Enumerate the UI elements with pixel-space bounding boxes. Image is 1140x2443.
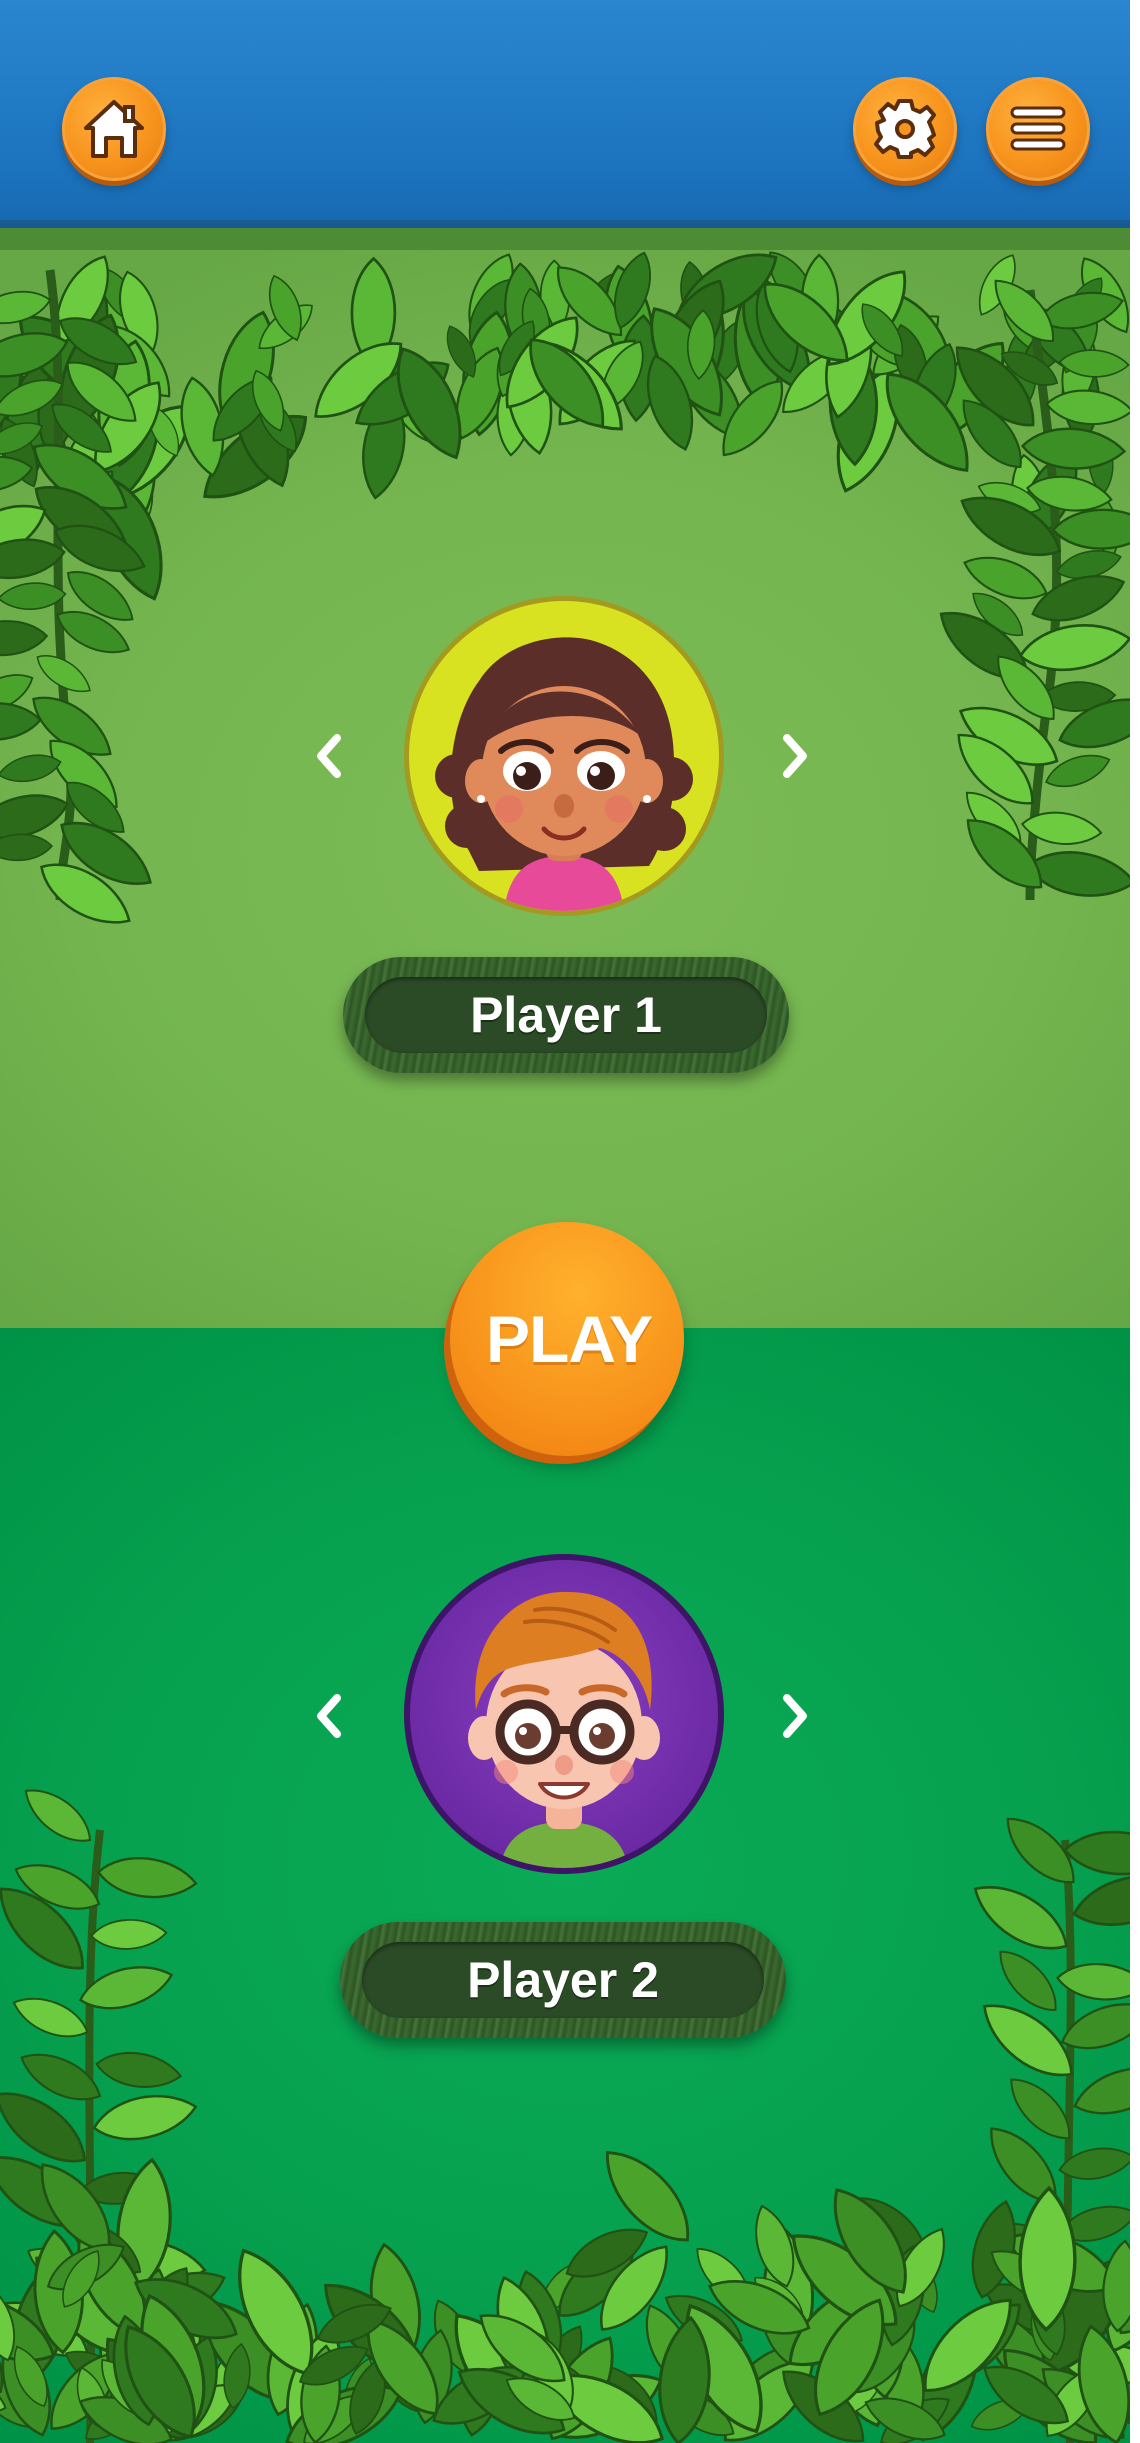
player1-avatar[interactable] bbox=[404, 596, 724, 916]
chevron-left-icon bbox=[317, 1694, 341, 1738]
player1-name-plate-inner: Player 1 bbox=[365, 977, 767, 1053]
play-button[interactable]: PLAY bbox=[450, 1222, 684, 1456]
home-icon bbox=[84, 100, 144, 158]
player2-panel-background bbox=[0, 1328, 1130, 2443]
player2-name-plate[interactable]: Player 2 bbox=[340, 1922, 786, 2038]
player1-name-plate[interactable]: Player 1 bbox=[343, 957, 789, 1073]
player2-name-plate-inner: Player 2 bbox=[362, 1942, 764, 2018]
chevron-left-icon bbox=[317, 734, 341, 778]
player2-next-avatar-button[interactable] bbox=[773, 1688, 819, 1744]
settings-button[interactable] bbox=[853, 77, 957, 181]
player2-previous-avatar-button[interactable] bbox=[305, 1688, 351, 1744]
player1-next-avatar-button[interactable] bbox=[773, 728, 819, 784]
menu-button[interactable] bbox=[986, 77, 1090, 181]
player1-previous-avatar-button[interactable] bbox=[305, 728, 351, 784]
play-button-label: PLAY bbox=[486, 1302, 653, 1376]
player2-avatar[interactable] bbox=[404, 1554, 724, 1874]
top-bar bbox=[0, 0, 1130, 240]
girl-avatar-icon bbox=[435, 637, 693, 911]
hamburger-menu-icon bbox=[1010, 106, 1066, 151]
home-button[interactable] bbox=[62, 77, 166, 181]
boy-avatar-icon bbox=[468, 1591, 660, 1868]
player2-name: Player 2 bbox=[467, 1952, 659, 2008]
gear-icon bbox=[874, 99, 936, 159]
top-bar-edge bbox=[0, 228, 1130, 250]
chevron-right-icon bbox=[783, 734, 807, 778]
chevron-right-icon bbox=[783, 1694, 807, 1738]
game-screen: Player 1 PLAY Player 2 bbox=[0, 0, 1130, 2443]
player1-name: Player 1 bbox=[470, 987, 662, 1043]
